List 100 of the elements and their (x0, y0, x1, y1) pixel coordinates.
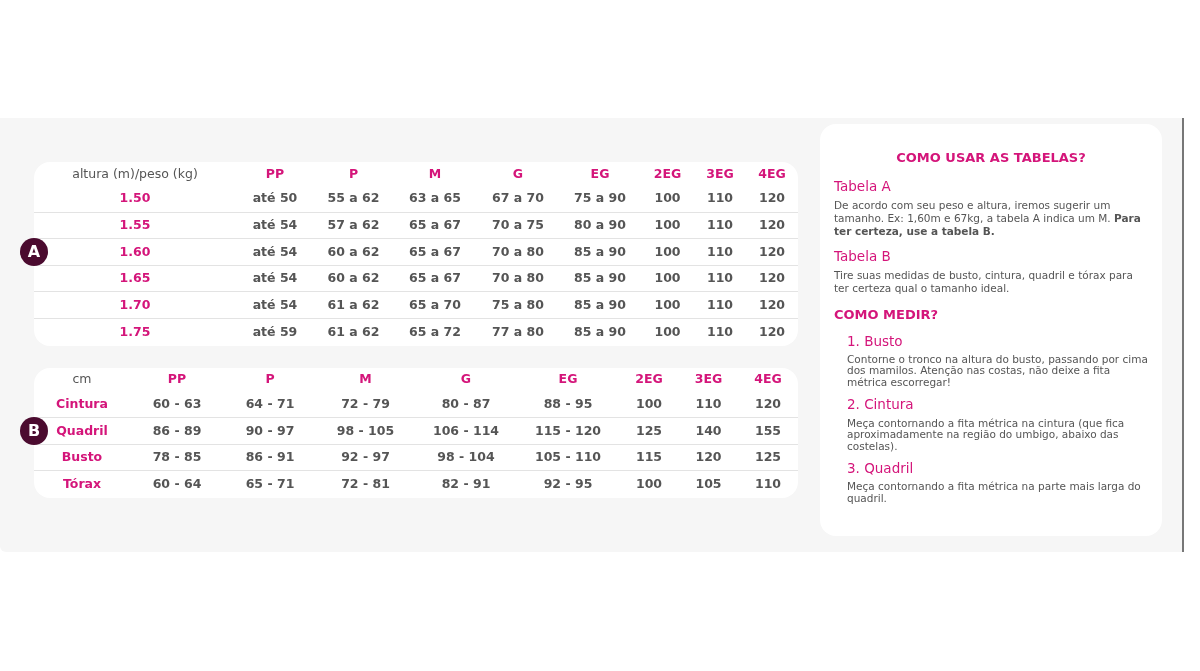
table-cell: 120 (679, 444, 738, 472)
row-label: Tórax (61, 475, 103, 494)
table-cell: 75 a 80 (477, 292, 559, 319)
step-text: Contorne o tronco na altura do busto, passando por cima dos mamilos. Atenção nas costas, não deixe a fita métrica escorregar! (847, 353, 1148, 389)
table-cell-text: 72 - 81 (340, 475, 391, 494)
table-cell: 125 (738, 444, 798, 472)
table-cell: 120 (746, 292, 798, 319)
table-cell: 63 a 65 (393, 186, 477, 213)
row-label: Busto (34, 444, 130, 472)
table-cell-text: 120 (757, 322, 787, 341)
table-cell-text: 110 (705, 322, 735, 341)
table-cell: 100 (641, 186, 694, 213)
table-cell: 110 (694, 265, 746, 293)
step-heading: 2. Cintura (847, 395, 915, 415)
table-cell: 80 - 87 (415, 391, 517, 419)
table-cell: 60 - 63 (130, 391, 224, 419)
table-cell: 64 - 71 (224, 391, 316, 419)
table-cell: 72 - 79 (316, 391, 415, 419)
column-header: G (459, 370, 473, 389)
table-cell-text: 65 - 71 (244, 475, 296, 494)
table-cell: até 54 (236, 292, 314, 319)
row-label: 1.50 (34, 186, 236, 213)
table-cell: 115 (619, 444, 679, 472)
row-label: 1.75 (118, 322, 152, 341)
table-cell: 86 - 91 (224, 444, 316, 472)
table-cell: 100 (619, 391, 679, 419)
table-cell: 61 a 62 (314, 292, 393, 319)
table-cell: 110 (694, 186, 746, 213)
column-header: EG (589, 164, 611, 183)
table-cell: até 54 (236, 265, 314, 293)
step-text: Meça contornando a fita métrica na parte mais larga do quadril. (847, 481, 1142, 505)
column-header: 3EG (705, 164, 735, 183)
step-text: Meça contornando a fita métrica na cintura (que fica aproximadamente na região do umbigo, abaixo das costelas). (847, 417, 1126, 452)
table-cell: 120 (746, 239, 798, 266)
guide-title: COMO USAR AS TABELAS? (895, 149, 1087, 167)
row-label: Cintura (34, 391, 130, 419)
table-cell: 106 - 114 (415, 418, 517, 445)
table-cell: 110 (694, 292, 746, 319)
column-header: 3EG (693, 370, 724, 389)
table-cell: 98 - 105 (316, 418, 415, 445)
table-cell-text: até 59 (251, 322, 299, 341)
table-cell-text: 100 (653, 322, 682, 341)
row-label: 1.55 (34, 212, 236, 240)
table-cell: 67 a 70 (477, 186, 559, 213)
table-cell: 115 - 120 (517, 418, 619, 445)
measure-title: COMO MEDIR? (834, 306, 940, 324)
table-cell: 110 (679, 391, 738, 419)
table-cell: 110 (694, 212, 746, 240)
column-header: PP (264, 164, 286, 183)
table-cell: 100 (641, 239, 694, 266)
table-cell: 100 (641, 292, 694, 319)
table-cell: 85 a 90 (559, 239, 641, 266)
table-cell-text: 60 - 64 (151, 475, 203, 494)
section-heading: Tabela A (834, 176, 892, 196)
section-text: De acordo com seu peso e altura, iremos sugerir um tamanho. Ex: 1,60m e 67kg, a tabela A indica um M. Para ter certeza, use a tabela B. (834, 198, 1142, 238)
table-cell-text: 85 a 90 (573, 322, 627, 341)
table-cell: 78 - 85 (130, 444, 224, 472)
table-cell: até 54 (236, 239, 314, 266)
table-cell: 65 a 70 (393, 292, 477, 319)
table-cell: 120 (746, 265, 798, 293)
table-cell: 75 a 90 (559, 186, 641, 213)
table-cell: 120 (746, 212, 798, 240)
table-badge: A (20, 238, 48, 267)
section-text: Tire suas medidas de busto, cintura, quadril e tórax para ter certeza qual o tamanho ideal. (834, 269, 1134, 295)
table-cell-text: 110 (753, 475, 783, 494)
table-cell: 120 (746, 186, 798, 213)
table-cell: 120 (738, 391, 798, 419)
table-cell: 70 a 75 (477, 212, 559, 240)
step-heading: 1. Busto (847, 331, 904, 351)
table-cell: até 50 (236, 186, 314, 213)
table-cell: 88 - 95 (517, 391, 619, 419)
table-cell: 90 - 97 (224, 418, 316, 445)
column-header: 2EG (634, 370, 664, 389)
section-heading: Tabela B (834, 246, 892, 266)
table-cell: 70 a 80 (477, 265, 559, 293)
table-cell: 86 - 89 (130, 418, 224, 445)
column-header: 4EG (757, 164, 787, 183)
column-header: M (427, 164, 443, 183)
table-cell-text: 61 a 62 (326, 322, 381, 341)
row-label: 1.70 (34, 292, 236, 319)
table-cell-text: 77 a 80 (491, 322, 545, 341)
table-cell: 85 a 90 (559, 292, 641, 319)
table-cell: 65 a 67 (393, 265, 477, 293)
row-label: 1.65 (34, 265, 236, 293)
table-cell: 65 a 67 (393, 239, 477, 266)
column-header: cm (71, 370, 93, 389)
column-header: altura (m)/peso (kg) (71, 164, 199, 183)
table-cell: 140 (679, 418, 738, 445)
table-cell: 80 a 90 (559, 212, 641, 240)
table-cell-text: 82 - 91 (440, 475, 492, 494)
column-header: M (358, 370, 373, 389)
column-header: 4EG (753, 370, 783, 389)
table-cell-text: 100 (634, 475, 664, 494)
step-heading: 3. Quadril (847, 459, 915, 478)
table-cell-text: 65 a 72 (408, 322, 462, 341)
table-cell: 60 a 62 (314, 239, 393, 266)
table-cell: 105 - 110 (517, 444, 619, 472)
table-cell: 100 (641, 212, 694, 240)
table-cell-text: 92 - 95 (542, 475, 594, 494)
table-cell: 70 a 80 (477, 239, 559, 266)
